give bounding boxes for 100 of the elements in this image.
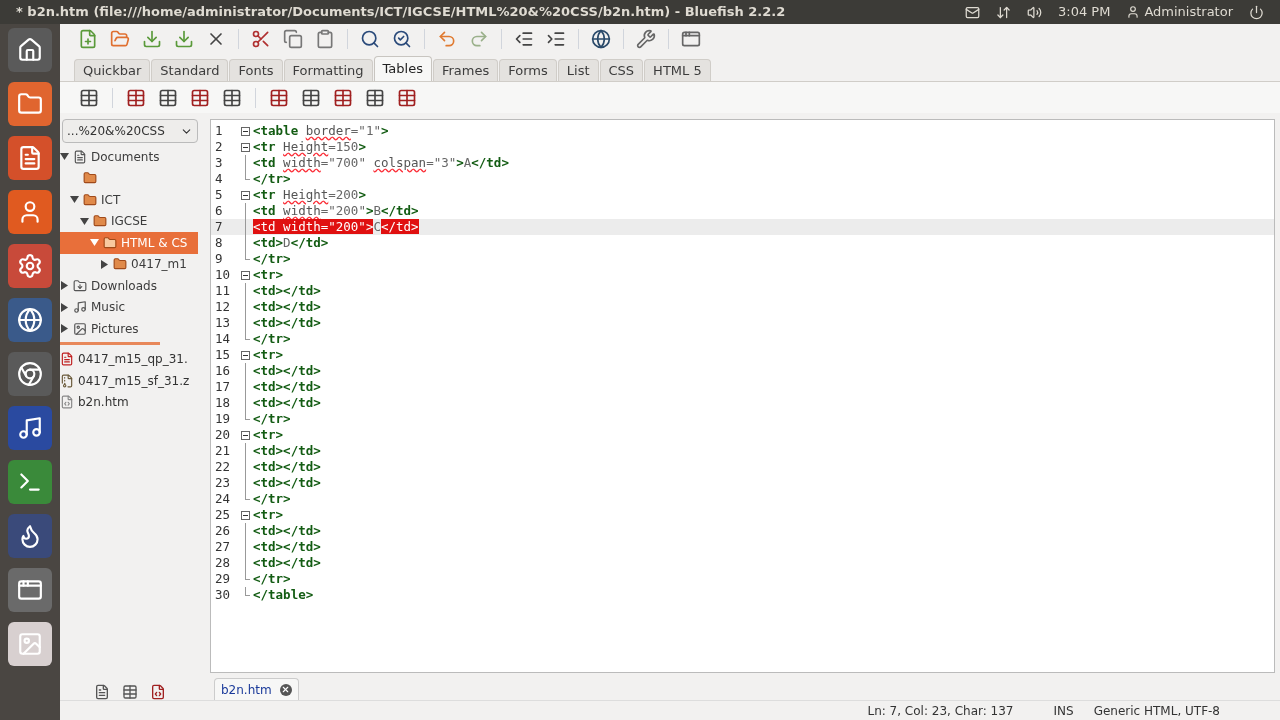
code-line: <td></td> bbox=[253, 459, 321, 475]
code-line: <tr Height=200> bbox=[253, 187, 366, 203]
clock[interactable]: 3:04 PM bbox=[1058, 2, 1111, 22]
collapsed-arrow-icon[interactable] bbox=[60, 324, 69, 334]
fold-toggle-icon[interactable] bbox=[241, 350, 250, 360]
expanded-arrow-icon[interactable] bbox=[60, 152, 69, 162]
file-item[interactable]: b2n.htm bbox=[78, 393, 129, 412]
tree-row[interactable]: IGCSE bbox=[60, 210, 198, 232]
window-title: * b2n.htm (file:///home/administrator/Documents/ICT/IGCSE/HTML%20&%20CSS/b2n.htm) - Bluefish 2.2.2 bbox=[16, 3, 786, 22]
file-item[interactable]: 0417_m15_sf_31.z bbox=[78, 371, 190, 390]
terminal-launcher-button[interactable] bbox=[8, 460, 52, 504]
line-number: 13 bbox=[214, 313, 232, 332]
fold-toggle-icon[interactable] bbox=[241, 430, 250, 440]
language-encoding: Generic HTML, UTF-8 bbox=[1093, 702, 1220, 720]
table-icon[interactable] bbox=[122, 684, 138, 700]
table-icon bbox=[269, 87, 289, 108]
file-item[interactable]: 0417_m15_qp_31. bbox=[78, 350, 188, 369]
tree-row[interactable]: 0417_m1 bbox=[60, 253, 198, 275]
table-icon bbox=[126, 87, 146, 108]
home-icon bbox=[17, 37, 43, 63]
tree-row[interactable]: Documents bbox=[60, 146, 198, 168]
tree-row[interactable]: Pictures bbox=[60, 318, 198, 340]
download-icon bbox=[142, 29, 162, 49]
line-number: 19 bbox=[214, 409, 232, 428]
user-icon[interactable] bbox=[1126, 5, 1141, 19]
code-line: </tr> bbox=[253, 491, 291, 507]
toolbar-tab[interactable]: Formatting bbox=[283, 59, 373, 81]
music-note-launcher-button[interactable] bbox=[8, 406, 52, 450]
picture-icon bbox=[17, 631, 43, 657]
tree-row[interactable]: ICT bbox=[60, 189, 198, 211]
document-launcher-button[interactable] bbox=[8, 136, 52, 180]
browser-icon bbox=[17, 361, 43, 387]
wrench-icon bbox=[636, 29, 656, 49]
line-number: 23 bbox=[214, 473, 232, 492]
tree-row[interactable]: Music bbox=[60, 296, 198, 318]
table-icon bbox=[79, 87, 99, 108]
file-icon bbox=[60, 373, 74, 388]
cursor-position: Ln: 7, Col: 23, Char: 137 bbox=[867, 702, 1014, 720]
toolbar-tab[interactable]: Fonts bbox=[229, 59, 283, 81]
window-launcher-button[interactable] bbox=[8, 568, 52, 612]
mail-icon[interactable] bbox=[965, 4, 980, 20]
music-note-icon bbox=[17, 415, 43, 441]
line-number: 18 bbox=[214, 393, 232, 412]
line-number: 4 bbox=[214, 169, 224, 188]
line-number: 11 bbox=[214, 281, 232, 300]
code-line: <tr Height=150> bbox=[253, 139, 366, 155]
location-dropdown[interactable]: ...%20&%20CSS bbox=[62, 119, 198, 143]
collapsed-arrow-icon[interactable] bbox=[100, 259, 109, 269]
toolbar-tab[interactable]: Forms bbox=[499, 59, 557, 81]
pictures-folder-icon bbox=[73, 321, 87, 336]
toolbar-tab[interactable]: CSS bbox=[599, 59, 644, 81]
folder-launcher-button[interactable] bbox=[8, 82, 52, 126]
toolbar-tab[interactable]: List bbox=[557, 59, 599, 81]
indent-icon bbox=[546, 29, 566, 49]
line-number: 14 bbox=[214, 329, 232, 348]
line-number: 2 bbox=[214, 137, 224, 156]
user-name[interactable]: Administrator bbox=[1144, 2, 1233, 22]
expanded-arrow-icon[interactable] bbox=[70, 195, 79, 205]
code-line: </tr> bbox=[253, 171, 291, 187]
file-icon bbox=[60, 395, 74, 410]
fold-toggle-icon[interactable] bbox=[241, 190, 250, 200]
code-file-icon[interactable] bbox=[150, 684, 166, 700]
tree-row[interactable]: Downloads bbox=[60, 275, 198, 297]
toolbar-tab[interactable]: Quickbar bbox=[74, 59, 151, 81]
file-icon[interactable] bbox=[94, 684, 110, 700]
toolbar-tab[interactable]: Standard bbox=[151, 59, 229, 81]
line-number: 29 bbox=[214, 569, 232, 588]
browser-launcher-button[interactable] bbox=[8, 352, 52, 396]
line-number: 26 bbox=[214, 521, 232, 540]
toolbar-tab[interactable]: Tables bbox=[373, 56, 432, 81]
table-icon bbox=[301, 87, 321, 108]
toolbar-tab[interactable]: Frames bbox=[432, 59, 499, 81]
fold-toggle-icon[interactable] bbox=[241, 142, 250, 152]
fold-toggle-icon[interactable] bbox=[241, 510, 250, 520]
toolbar-tab[interactable]: HTML 5 bbox=[644, 59, 711, 81]
fold-toggle-icon[interactable] bbox=[241, 270, 250, 280]
collapsed-arrow-icon[interactable] bbox=[60, 302, 69, 312]
code-line: <tr> bbox=[253, 507, 284, 523]
power-icon[interactable] bbox=[1249, 4, 1264, 20]
search-icon bbox=[360, 29, 380, 49]
table-icon bbox=[397, 87, 417, 108]
person-launcher-button[interactable] bbox=[8, 190, 52, 234]
globe-icon bbox=[591, 29, 611, 49]
close-tab-button[interactable] bbox=[279, 683, 292, 696]
home-launcher-button[interactable] bbox=[8, 28, 52, 72]
file-plus-icon bbox=[78, 29, 98, 49]
line-number: 22 bbox=[214, 457, 232, 476]
network-icon[interactable] bbox=[996, 4, 1011, 20]
settings-launcher-button[interactable] bbox=[8, 244, 52, 288]
document-icon bbox=[17, 145, 43, 171]
line-number: 7 bbox=[214, 217, 224, 236]
volume-icon[interactable] bbox=[1027, 4, 1042, 20]
expanded-arrow-icon[interactable] bbox=[80, 216, 89, 226]
line-number: 28 bbox=[214, 553, 232, 572]
flame-launcher-button[interactable] bbox=[8, 514, 52, 558]
line-number: 9 bbox=[214, 249, 224, 268]
window-icon bbox=[17, 577, 43, 603]
fold-toggle-icon[interactable] bbox=[241, 126, 250, 136]
globe-launcher-button[interactable] bbox=[8, 298, 52, 342]
collapsed-arrow-icon[interactable] bbox=[60, 281, 69, 291]
